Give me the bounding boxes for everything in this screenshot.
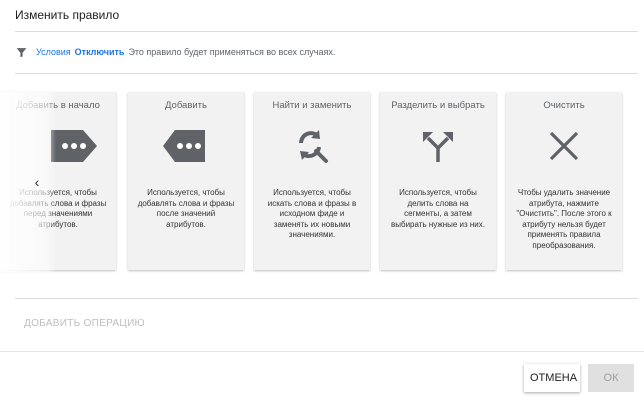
operation-card-split-select[interactable]: Разделить и выбрать Используется, чтобы … [380, 92, 496, 270]
tag-dots-left-icon [0, 124, 116, 168]
operation-card-find-replace[interactable]: Найти и заменить Используется, чтобы иск… [254, 92, 370, 270]
split-arrows-icon [380, 124, 496, 168]
operation-card-description: Используется, чтобы добавлять слова и фр… [9, 188, 107, 229]
divider [15, 298, 638, 299]
divider [0, 351, 644, 352]
operation-card-description: Используется, чтобы делить слова на сегм… [391, 188, 485, 229]
conditions-link[interactable]: Условия [36, 47, 71, 57]
conditions-row: Условия Отключить Это правило будет прим… [15, 44, 335, 60]
conditions-description: Это правило будет применяться во всех сл… [128, 47, 336, 57]
operation-card-title: Очистить [543, 100, 585, 111]
cancel-button[interactable]: ОТМЕНА [524, 364, 580, 392]
disable-conditions-link[interactable]: Отключить [75, 47, 125, 57]
filter-icon [16, 47, 27, 57]
chevron-left-icon[interactable]: ‹ [30, 174, 44, 190]
add-operation-button[interactable]: ДОБАВИТЬ ОПЕРАЦИЮ [24, 318, 145, 329]
operation-card-title: Добавить в начало [16, 100, 100, 111]
dialog-title: Изменить правило [15, 8, 120, 22]
operation-card-title: Разделить и выбрать [391, 100, 485, 111]
operation-card-clear[interactable]: Очистить Чтобы удалить значение атрибута… [506, 92, 622, 270]
divider [15, 73, 638, 74]
operation-card-description: Используется, чтобы искать слова и фразы… [267, 188, 357, 239]
ok-button[interactable]: ОК [588, 364, 634, 392]
operation-card-prepend[interactable]: Добавить в начало Используется, чтобы до… [0, 92, 116, 270]
operation-card-append[interactable]: Добавить Используется, чтобы добавлять с… [128, 92, 244, 270]
operation-card-description: Чтобы удалить значение атрибута, нажмите… [516, 188, 612, 250]
tag-dots-right-icon [128, 124, 244, 168]
operation-card-title: Найти и заменить [272, 100, 352, 111]
find-replace-icon [254, 124, 370, 168]
close-x-icon [506, 124, 622, 168]
operation-card-title: Добавить [165, 100, 207, 111]
divider [15, 31, 638, 32]
operation-carousel: Добавить в начало Используется, чтобы до… [0, 92, 644, 272]
operation-card-description: Используется, чтобы добавлять слова и фр… [137, 188, 235, 229]
